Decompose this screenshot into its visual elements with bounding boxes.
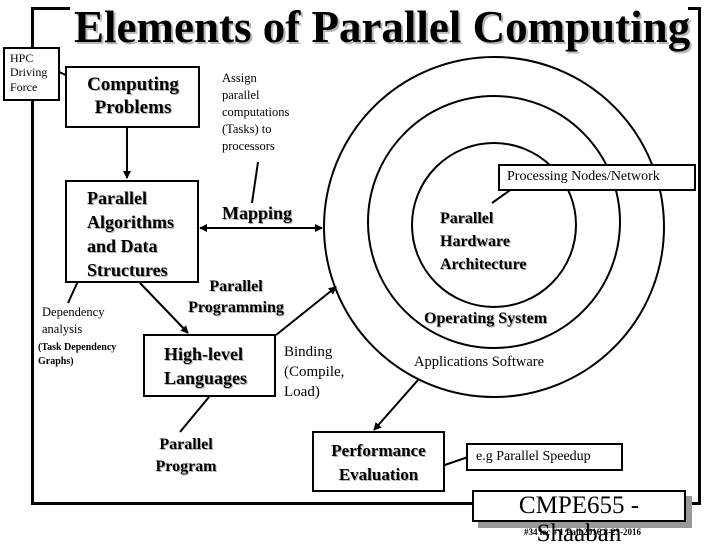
hpc-line-3: Force bbox=[10, 79, 38, 94]
processing-nodes-label: Processing Nodes/Network bbox=[507, 169, 660, 184]
computing-problems-line-1: Computing bbox=[87, 74, 179, 95]
binding-line-2: (Compile, bbox=[284, 364, 345, 380]
course-badge-label: CMPE655 - Shaaban bbox=[518, 492, 640, 547]
algorithms-line-3: and Data bbox=[87, 236, 158, 256]
computing-problems-line-2: Problems bbox=[94, 96, 172, 118]
slide-footnote: #34 lec # 1 Fall 2016 8-23-2016 bbox=[524, 527, 641, 537]
programming-line-1: Parallel bbox=[209, 278, 263, 295]
parallel-program-label: Parallel Program bbox=[150, 434, 222, 478]
assign-note-line-3: computations bbox=[222, 105, 290, 119]
high-level-languages-box: High-level Languages bbox=[143, 334, 276, 397]
assign-note-line-1: Assign bbox=[222, 71, 257, 85]
algorithms-line-2: Algorithms bbox=[87, 212, 174, 232]
program-line-1: Parallel bbox=[159, 436, 213, 453]
evaluation-line-2: Evaluation bbox=[338, 465, 419, 484]
speedup-box: e.g Parallel Speedup bbox=[466, 443, 623, 471]
processing-nodes-box: Processing Nodes/Network bbox=[498, 164, 696, 191]
task-graphs-note: (Task Dependency Graphs) bbox=[38, 341, 116, 369]
assign-pointer bbox=[251, 161, 259, 204]
performance-evaluation-box: Performance Evaluation bbox=[312, 431, 445, 492]
hardware-line-3: Architecture bbox=[440, 256, 527, 273]
program-line-2: Program bbox=[155, 458, 217, 475]
parallel-programming-label: Parallel Programming bbox=[180, 276, 292, 318]
applications-software-label: Applications Software bbox=[414, 354, 545, 370]
binding-line-3: Load) bbox=[284, 384, 320, 400]
hardware-line-2: Hardware bbox=[440, 233, 510, 250]
assign-note-line-4: (Tasks) to bbox=[222, 122, 272, 136]
assign-note: Assign parallel computations (Tasks) to … bbox=[222, 70, 289, 155]
binding-line-1: Binding bbox=[284, 344, 333, 360]
dependency-note: Dependency analysis bbox=[42, 304, 104, 338]
hpc-line-2: Driving bbox=[10, 65, 48, 80]
hardware-line-1: Parallel bbox=[440, 210, 494, 227]
hpc-line-1: HPC bbox=[10, 51, 34, 65]
binding-note: Binding (Compile, Load) bbox=[284, 342, 344, 402]
task-graphs-line-1: (Task Dependency bbox=[38, 342, 117, 353]
dependency-line-1: Dependency bbox=[42, 305, 105, 319]
languages-line-2: Languages bbox=[164, 368, 248, 388]
dependency-line-2: analysis bbox=[42, 322, 83, 336]
computing-problems-box: Computing Problems bbox=[65, 66, 200, 128]
program-pointer bbox=[179, 396, 210, 433]
assign-note-line-5: processors bbox=[222, 139, 275, 153]
evaluation-line-1: Performance bbox=[331, 441, 426, 460]
operating-system-label: Operating System bbox=[424, 310, 548, 327]
hpc-driving-force-box: HPC Driving Force bbox=[3, 47, 60, 101]
parallel-hardware-label: Parallel Hardware Architecture bbox=[440, 207, 526, 276]
circle-to-evaluation-arrow bbox=[373, 379, 419, 431]
languages-line-1: High-level bbox=[164, 344, 243, 364]
speedup-label: e.g Parallel Speedup bbox=[476, 449, 591, 464]
course-badge: CMPE655 - Shaaban bbox=[472, 490, 686, 547]
parallel-algorithms-box: Parallel Algorithms and Data Structures bbox=[65, 180, 199, 283]
programming-line-2: Programming bbox=[188, 299, 284, 316]
mapping-label: Mapping bbox=[222, 203, 293, 223]
algorithms-line-4: Structures bbox=[87, 260, 168, 280]
task-graphs-line-2: Graphs) bbox=[38, 356, 74, 367]
algorithms-line-1: Parallel bbox=[87, 188, 147, 208]
assign-note-line-2: parallel bbox=[222, 88, 260, 102]
